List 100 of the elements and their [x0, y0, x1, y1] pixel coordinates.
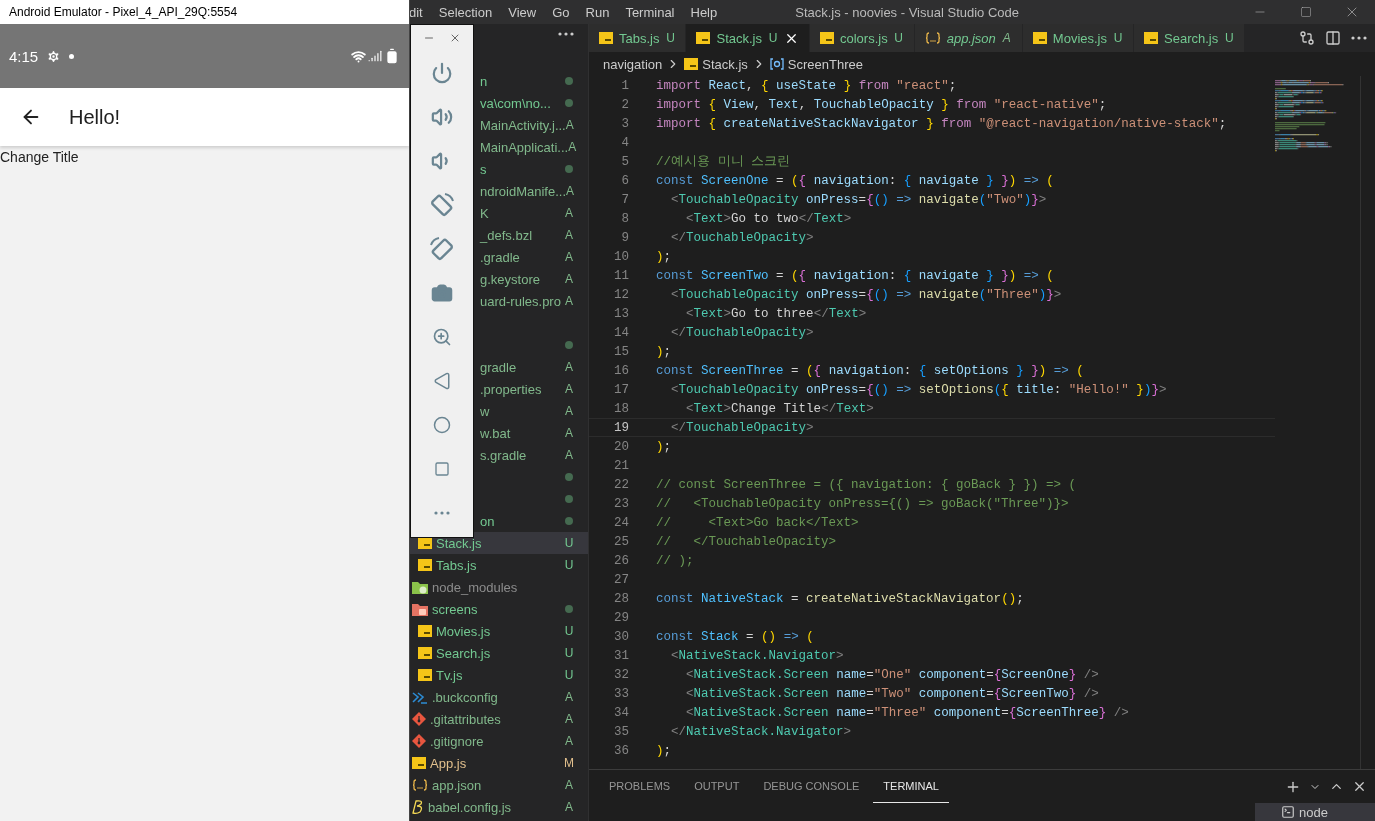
- git-status: A: [564, 250, 574, 264]
- file-name: .buckconfig: [432, 689, 498, 705]
- explorer-item[interactable]: screens: [409, 598, 588, 620]
- maximize-icon[interactable]: [1300, 6, 1312, 18]
- menu-item[interactable]: View: [500, 4, 545, 20]
- breadcrumb-item[interactable]: Stack.js: [702, 56, 748, 72]
- explorer-item[interactable]: Tabs.js U: [409, 554, 588, 576]
- git-status: U: [768, 31, 778, 45]
- code-line: import React, { useState } from "react";: [656, 78, 957, 93]
- line-number: 5: [620, 154, 629, 169]
- explorer-item[interactable]: w A: [474, 400, 588, 422]
- file-name: screens: [432, 601, 478, 617]
- editor-tab[interactable]: app.json A: [914, 24, 1023, 52]
- explorer-item[interactable]: Search.js U: [409, 642, 588, 664]
- explorer-item[interactable]: .gradle A: [474, 246, 588, 268]
- code-line: //예시용 미니 스크린: [656, 154, 790, 170]
- terminal-item[interactable]: node: [1255, 803, 1375, 821]
- panel-tab[interactable]: PROBLEMS: [599, 770, 681, 803]
- explorer-item[interactable]: node_modules: [409, 576, 588, 598]
- explorer-item[interactable]: w.bat A: [474, 422, 588, 444]
- panel-tab[interactable]: TERMINAL: [873, 770, 949, 803]
- menu-item[interactable]: Run: [577, 4, 618, 20]
- git-status: U: [665, 31, 676, 45]
- git-status: A: [564, 382, 574, 396]
- file-name: g.keystore: [480, 271, 540, 287]
- explorer-item[interactable]: Tv.js U: [409, 664, 588, 686]
- menu-item[interactable]: dit: [409, 4, 431, 20]
- js-file-icon: [418, 647, 432, 659]
- file-name: MainActivity.j...: [480, 117, 566, 133]
- explorer-item[interactable]: ndroidManife...A: [474, 180, 588, 202]
- line-number: 27: [613, 572, 629, 587]
- screen-title: Hello!: [69, 105, 121, 129]
- explorer-item[interactable]: .gitignore A: [409, 730, 588, 752]
- more-icon[interactable]: [558, 32, 574, 36]
- close-icon[interactable]: [1352, 779, 1367, 794]
- code-line: <TouchableOpacity onPress={() => navigate("Three")}>: [670, 287, 1062, 302]
- explorer-item[interactable]: K A: [474, 202, 588, 224]
- menu-item[interactable]: Selection: [430, 4, 501, 20]
- code-line: // </TouchableOpacity>: [656, 534, 837, 549]
- explorer-item[interactable]: App.js M: [409, 752, 588, 774]
- clock: 4:15: [9, 47, 39, 65]
- git-status: U: [564, 646, 574, 660]
- menu-item[interactable]: Go: [544, 4, 578, 20]
- git-status: A: [568, 140, 577, 154]
- line-number: 10: [613, 249, 629, 264]
- explorer-item[interactable]: s: [474, 158, 588, 180]
- code-line: );: [656, 249, 672, 264]
- explorer-item[interactable]: n: [474, 70, 588, 92]
- line-number: 29: [613, 610, 629, 625]
- panel-tab[interactable]: OUTPUT: [684, 770, 750, 803]
- explorer-item[interactable]: MainActivity.j...A: [474, 114, 588, 136]
- git-status: A: [565, 118, 574, 132]
- explorer-item[interactable]: MainApplicati...A: [474, 136, 588, 158]
- split-editor-icon[interactable]: [1325, 30, 1341, 46]
- git-status: A: [564, 426, 574, 440]
- explorer-item[interactable]: uard-rules.pro A: [474, 290, 588, 312]
- code-line: // );: [656, 553, 694, 568]
- explorer-item[interactable]: gradle A: [474, 356, 588, 378]
- breadcrumb-item[interactable]: ScreenThree: [787, 56, 863, 72]
- git-status: A: [564, 712, 574, 726]
- explorer-item[interactable]: on: [474, 510, 588, 532]
- explorer-item[interactable]: Movies.js U: [409, 620, 588, 642]
- file-name: .gitignore: [430, 733, 484, 749]
- editor-tab[interactable]: Search.js U: [1134, 24, 1246, 52]
- explorer-item[interactable]: .buckconfig A: [409, 686, 588, 708]
- back-icon: [433, 372, 451, 390]
- file-name: Search.js: [436, 645, 491, 661]
- explorer-item[interactable]: app.json A: [409, 774, 588, 796]
- compare-icon[interactable]: [1299, 30, 1315, 46]
- lines-icon: [412, 690, 428, 704]
- explorer-item[interactable]: .gitattributes A: [409, 708, 588, 730]
- code-line: <NativeStack.Screen name="Three" component={ScreenThree} />: [685, 705, 1129, 720]
- explorer-item[interactable]: g.keystore A: [474, 268, 588, 290]
- line-number: 12: [613, 287, 629, 302]
- battery-icon: [384, 48, 400, 64]
- change-title-link[interactable]: Change Title: [0, 146, 79, 165]
- line-number: 4: [620, 135, 629, 150]
- explorer-item[interactable]: va\com\no...: [474, 92, 588, 114]
- panel-tab[interactable]: DEBUG CONSOLE: [753, 770, 870, 803]
- braces-icon: [924, 32, 941, 44]
- editor-tab[interactable]: Movies.js U: [1022, 24, 1134, 52]
- menu-item[interactable]: Terminal: [617, 4, 683, 20]
- explorer-item[interactable]: s.gradle A: [474, 444, 588, 466]
- line-number: 18: [613, 401, 629, 416]
- line-number: 15: [613, 344, 629, 359]
- menu-item[interactable]: Help: [682, 4, 726, 20]
- git-status: U: [1113, 31, 1123, 45]
- explorer-item[interactable]: _defs.bzl A: [474, 224, 588, 246]
- editor-tab[interactable]: Tabs.js U: [589, 24, 687, 52]
- editor-tab[interactable]: colors.js U: [810, 24, 915, 52]
- line-number: 35: [613, 724, 629, 739]
- explorer-item[interactable]: .properties A: [474, 378, 588, 400]
- code-line: // <TouchableOpacity onPress={() => goBack("Three")}>: [656, 496, 1069, 511]
- more-icon[interactable]: [1351, 36, 1367, 40]
- explorer-item[interactable]: babel.config.js A: [409, 796, 588, 818]
- breadcrumb-item[interactable]: navigation: [603, 56, 663, 72]
- editor-tab[interactable]: Stack.js U: [686, 24, 810, 52]
- js-file-icon: [1144, 32, 1158, 44]
- folder-icon: [412, 580, 428, 594]
- git-status: A: [564, 690, 574, 704]
